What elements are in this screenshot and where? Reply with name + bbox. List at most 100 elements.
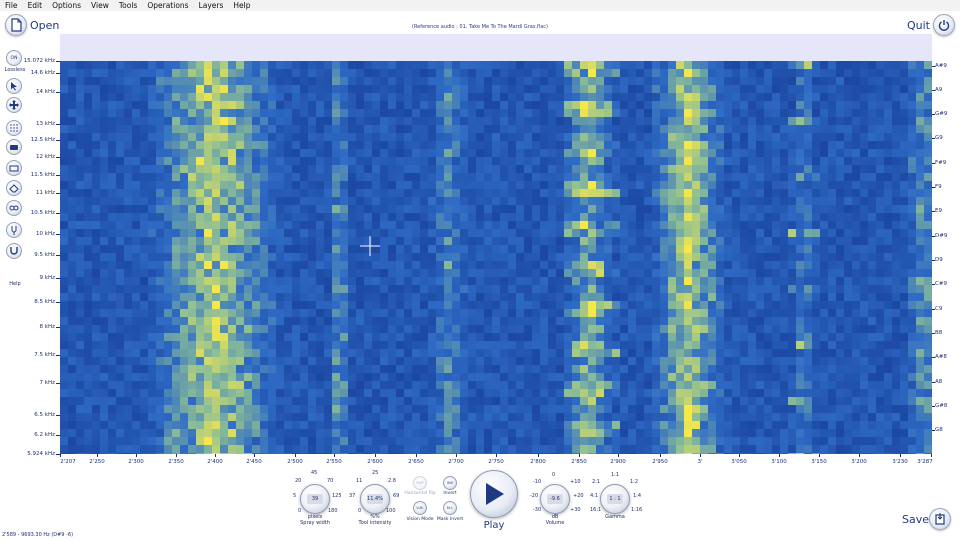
note-tick	[932, 382, 935, 383]
time-tick	[97, 454, 98, 457]
lossless-toggle[interactable]: ON	[6, 50, 22, 66]
time-tick	[538, 454, 539, 457]
freq-tick	[56, 213, 60, 214]
menu-edit[interactable]: Edit	[23, 0, 48, 11]
time-label: 2'450	[246, 459, 262, 465]
freq-label: 9.5 kHz	[34, 252, 55, 258]
pitch-tool[interactable]	[6, 222, 22, 238]
time-tick	[931, 454, 932, 457]
time-tick	[416, 454, 417, 457]
spray-width-knob[interactable]: 39	[300, 484, 330, 514]
menu-file[interactable]: File	[0, 0, 23, 11]
gamma-label: Gamma	[605, 514, 625, 520]
move-tool[interactable]	[6, 97, 22, 113]
freq-label: 13 kHz	[36, 121, 55, 127]
cursor-icon	[11, 82, 17, 91]
spectrogram-image	[60, 61, 932, 454]
gamma-knob[interactable]: 1 : 1	[600, 484, 630, 514]
note-tick	[932, 430, 935, 431]
mask-invert-button[interactable]: M.I.	[443, 501, 457, 515]
time-tick	[859, 454, 860, 457]
rectangle-tool[interactable]	[6, 160, 22, 176]
time-label: 2'500	[287, 459, 303, 465]
spectrogram-canvas[interactable]	[60, 61, 932, 454]
time-tick	[819, 454, 820, 457]
time-label: 2'600	[367, 459, 383, 465]
time-label: 2'207	[60, 459, 76, 465]
save-button[interactable]	[929, 508, 951, 530]
time-tick	[496, 454, 497, 457]
volume-knob[interactable]: -9.6	[540, 484, 570, 514]
gamma-scale-1-2: 1:2	[630, 479, 639, 485]
note-label: C#9	[935, 281, 947, 287]
play-button[interactable]	[470, 470, 518, 518]
menu-view[interactable]: View	[86, 0, 114, 11]
note-tick	[932, 357, 935, 358]
time-label: 3'230	[892, 459, 908, 465]
volume-scale-plus30: +30	[570, 507, 581, 513]
note-tick	[932, 236, 935, 237]
eraser-tool[interactable]	[6, 180, 22, 196]
vision-mode-button[interactable]: V.M.	[413, 501, 427, 515]
pointer-tool[interactable]	[6, 78, 22, 94]
magnet-tool[interactable]	[6, 243, 22, 259]
time-tick	[739, 454, 740, 457]
time-label: 2'300	[128, 459, 144, 465]
freq-label: 5.924 kHz	[27, 451, 55, 457]
spray-icon	[10, 124, 18, 132]
spray-width-value: 39	[307, 494, 323, 504]
note-tick	[932, 163, 935, 164]
freq-label: 15.072 kHz	[23, 58, 55, 64]
note-label: G#8	[935, 403, 948, 409]
time-tick	[136, 454, 137, 457]
intensity-scale-2-8: 37	[349, 493, 356, 499]
freq-tick	[56, 327, 60, 328]
menu-tools[interactable]: Tools	[114, 0, 142, 11]
on-label: ON	[10, 55, 18, 61]
freq-tick	[56, 140, 60, 141]
gamma-scale-4-1: 4:1	[590, 493, 599, 499]
time-label: 3'150	[811, 459, 827, 465]
menu-layers[interactable]: Layers	[194, 0, 229, 11]
freq-label: 14.6 kHz	[30, 70, 55, 76]
play-label[interactable]: Play	[470, 520, 518, 531]
filter-tool[interactable]	[6, 200, 22, 216]
note-label: F9	[935, 184, 942, 190]
timeline-band[interactable]	[60, 34, 932, 61]
freq-tick	[56, 383, 60, 384]
horizontal-flip-button[interactable]: FLIP	[413, 476, 427, 490]
time-tick	[579, 454, 580, 457]
help-label[interactable]: Help	[2, 281, 28, 287]
spray-scale-45: 45	[311, 470, 318, 476]
note-tick	[932, 284, 935, 285]
reference-audio-title: (Reference audio : 01. Take Me To The Ma…	[412, 24, 548, 30]
brush-icon	[10, 145, 18, 150]
intensity-scale-0: 0	[358, 508, 362, 514]
quit-button[interactable]	[933, 14, 955, 36]
menu-operations[interactable]: Operations	[142, 0, 193, 11]
invert-button[interactable]: INV	[443, 476, 457, 490]
note-tick	[932, 138, 935, 139]
time-tick	[215, 454, 216, 457]
save-label[interactable]: Save	[902, 513, 929, 526]
spray-scale-20: 20	[295, 478, 302, 484]
freq-label: 11 kHz	[36, 190, 55, 196]
brush-tool[interactable]	[6, 139, 22, 155]
gamma-scale-2-1: 2:1	[592, 479, 601, 485]
note-label: A#8	[935, 354, 947, 360]
freq-label: 12.5 kHz	[30, 137, 55, 143]
freq-tick	[56, 157, 60, 158]
gamma-scale-1-4: 1:4	[633, 493, 642, 499]
tool-intensity-label: Tool intensity	[358, 520, 392, 526]
quit-label[interactable]: Quit	[907, 19, 930, 32]
menu-options[interactable]: Options	[47, 0, 86, 11]
intensity-scale-69: 69	[393, 493, 400, 499]
play-icon	[486, 483, 504, 505]
note-label: A8	[935, 379, 943, 385]
menu-help[interactable]: Help	[228, 0, 255, 11]
freq-tick	[56, 302, 60, 303]
spray-scale-5: 5	[293, 493, 297, 499]
freq-label: 9 kHz	[39, 275, 55, 281]
spray-width-label: Spray width	[300, 520, 330, 526]
spray-tool[interactable]	[6, 120, 22, 136]
